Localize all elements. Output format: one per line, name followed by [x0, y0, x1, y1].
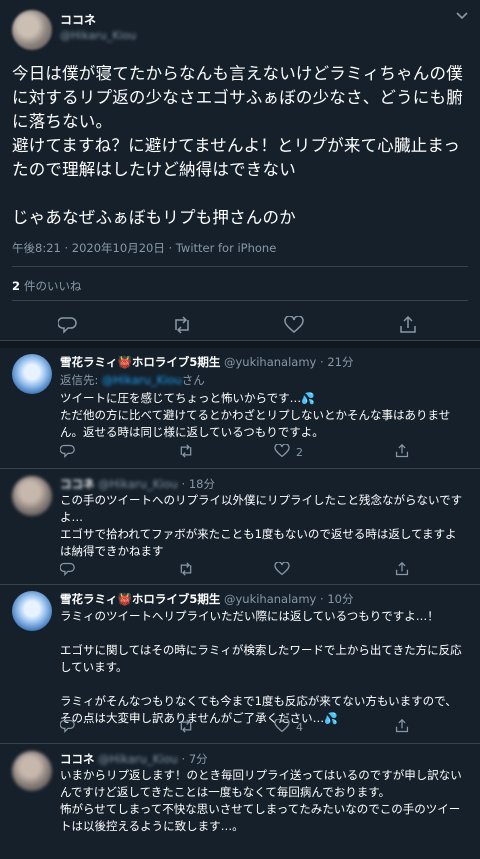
retweet-icon[interactable]	[172, 316, 192, 334]
reply-actions: 4	[60, 719, 460, 739]
avatar[interactable]	[12, 591, 52, 631]
section-separator	[0, 340, 480, 348]
reply-tweet[interactable]: 雪花ラミィ👹ホロライブ5期生 @yukihanalamy · 10分 ラミィのツ…	[0, 591, 480, 739]
like-count: 4	[296, 721, 303, 734]
reply-text-line2: ただ他の方に比べて避けてるとかわざとリプしないとかそんな事はありません。返せる時…	[60, 408, 451, 439]
tweet-detail-page: ココネ @Hikaru_Kiou 今日は僕が寝てたからなんも言えないけどラミィち…	[0, 0, 480, 859]
author-name[interactable]: ココネ	[60, 752, 95, 766]
reply-actions: 2	[60, 444, 460, 464]
reply-header: ココネ @Hikaru_Kiou · 7分	[60, 752, 208, 766]
retweet-icon[interactable]	[178, 719, 194, 733]
avatar[interactable]	[12, 354, 52, 394]
retweet-icon[interactable]	[178, 444, 194, 458]
likes-label: 件のいいね	[24, 279, 82, 293]
author-handle[interactable]: @Hikaru_Kiou	[60, 29, 136, 42]
reply-text: ラミィのツイートへリプライいただい際には返しているつもりですよ…！ エゴサに関し…	[60, 608, 465, 727]
author-handle[interactable]: @Hikaru_Kiou	[98, 477, 178, 491]
reply-text: この手のツイートへのリプライ以外僕にリプライしたこと残念ながらないですよ… エゴ…	[60, 493, 463, 558]
like-icon[interactable]	[274, 719, 290, 733]
share-icon[interactable]	[394, 719, 410, 733]
reply-to-label: 返信先:	[60, 373, 99, 387]
divider	[0, 743, 480, 744]
tweet-timestamp[interactable]: 午後8:21 · 2020年10月20日 · Twitter for iPhon…	[12, 240, 276, 256]
likes-summary[interactable]: 2 件のいいね	[12, 278, 82, 294]
like-icon[interactable]	[274, 562, 290, 576]
reply-actions	[60, 562, 460, 582]
author-name[interactable]: 雪花ラミィ👹ホロライブ5期生	[60, 355, 220, 369]
reply-text-line1: ツイートに圧を感じてちょっと怖いからです…	[60, 391, 302, 405]
timestamp[interactable]: 7分	[189, 752, 208, 766]
retweet-icon[interactable]	[178, 562, 194, 576]
avatar[interactable]	[12, 10, 52, 50]
reply-header: 雪花ラミィ👹ホロライブ5期生 @yukihanalamy · 10分	[60, 592, 354, 606]
like-count: 2	[296, 446, 303, 459]
divider	[0, 584, 480, 585]
timestamp[interactable]: 18分	[189, 477, 215, 491]
author-name[interactable]: ココネ	[60, 477, 95, 491]
sweat-drops-icon: 💦	[301, 392, 315, 405]
reply-header: ココネ @Hikaru_Kiou · 18分	[60, 477, 215, 491]
author-name[interactable]: 雪花ラミィ👹ホロライブ5期生	[60, 592, 220, 606]
share-icon[interactable]	[394, 444, 410, 458]
main-tweet-header: ココネ @Hikaru_Kiou	[0, 0, 480, 58]
reply-icon[interactable]	[60, 562, 76, 576]
reply-header: 雪花ラミィ👹ホロライブ5期生 @yukihanalamy · 21分	[60, 355, 354, 369]
avatar[interactable]	[12, 476, 52, 516]
divider	[0, 468, 480, 469]
avatar[interactable]	[12, 751, 52, 791]
share-icon[interactable]	[398, 316, 418, 334]
likes-count: 2	[12, 279, 21, 293]
divider	[12, 266, 468, 267]
reply-text: いまからリプ返します！のとき毎回リプライ送ってはいるのですが申し訳ないんですけど…	[60, 768, 462, 833]
tweet-text: 今日は僕が寝てたからなんも言えないけどラミィちゃんの僕に対するリプ返の少なさエゴ…	[12, 64, 463, 227]
author-handle[interactable]: @yukihanalamy	[224, 355, 316, 369]
reply-tweet[interactable]: ココネ @Hikaru_Kiou · 7分 いまからリプ返します！のとき毎回リプ…	[0, 751, 480, 859]
reply-text: ツイートに圧を感じてちょっと怖いからです…💦 ただ他の方に比べて避けてるとかわざと…	[60, 390, 465, 441]
reply-tweet[interactable]: ココネ @Hikaru_Kiou · 18分 この手のツイートへのリプライ以外僕…	[0, 476, 480, 580]
timestamp[interactable]: 10分	[327, 592, 353, 606]
main-tweet-actions	[0, 312, 480, 342]
like-icon[interactable]	[274, 444, 290, 458]
like-icon[interactable]	[284, 316, 304, 334]
reply-icon[interactable]	[58, 316, 78, 334]
reply-to-line: 返信先: @Hikaru_Kiouさん	[60, 372, 205, 388]
timestamp[interactable]: 21分	[327, 355, 353, 369]
chevron-down-icon[interactable]	[456, 12, 468, 20]
reply-icon[interactable]	[60, 444, 76, 458]
reply-text-body: ラミィのツイートへリプライいただい際には返しているつもりですよ…！ エゴサに関し…	[60, 609, 462, 725]
author-handle[interactable]: @yukihanalamy	[224, 592, 316, 606]
reply-to-mention[interactable]: @Hikaru_Kiou	[102, 373, 182, 387]
reply-tweet[interactable]: 雪花ラミィ👹ホロライブ5期生 @yukihanalamy · 21分 返信先: …	[0, 354, 480, 464]
author-handle[interactable]: @Hikaru_Kiou	[98, 752, 178, 766]
divider	[12, 300, 468, 301]
reply-icon[interactable]	[60, 719, 76, 733]
reply-to-suffix: さん	[181, 373, 205, 387]
share-icon[interactable]	[394, 562, 410, 576]
author-name[interactable]: ココネ	[60, 11, 96, 28]
